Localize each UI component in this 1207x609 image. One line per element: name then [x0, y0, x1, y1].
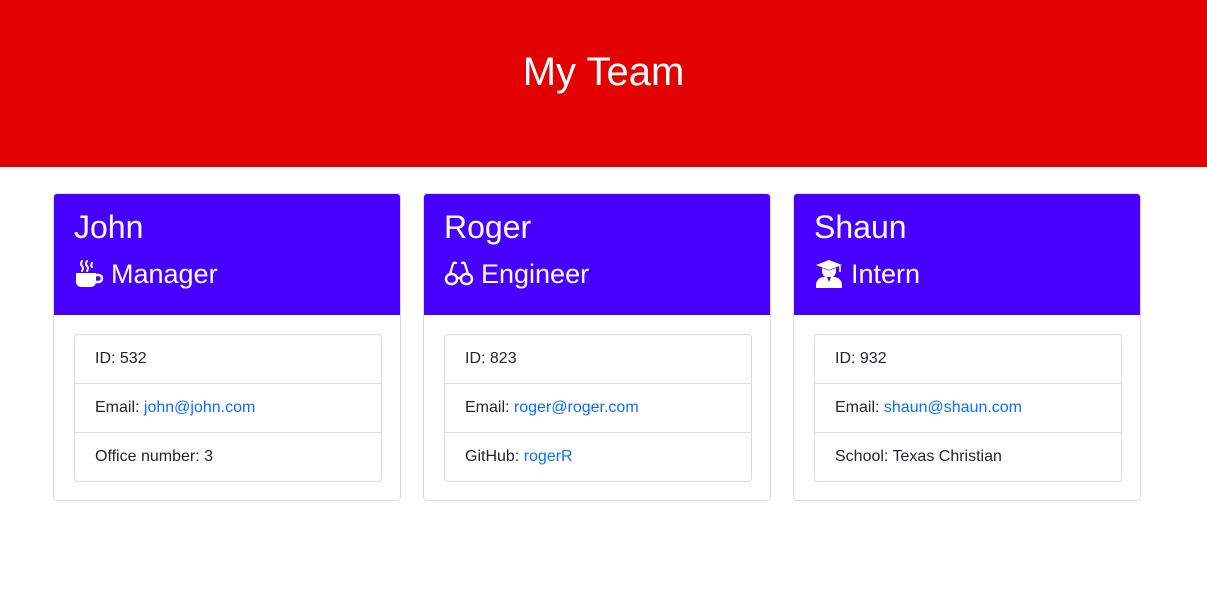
- list-item-email: Email: shaun@shaun.com: [815, 384, 1121, 433]
- email-link[interactable]: john@john.com: [144, 399, 255, 416]
- employee-card-intern: Shaun Intern ID: 932 Email: shaun@shaun.…: [793, 193, 1141, 501]
- email-label: Email:: [835, 399, 884, 416]
- email-label: Email:: [465, 399, 514, 416]
- user-graduate-icon: [814, 259, 844, 289]
- employee-details: ID: 932 Email: shaun@shaun.com School: T…: [814, 334, 1122, 482]
- employee-details: ID: 823 Email: roger@roger.com GitHub: r…: [444, 334, 752, 482]
- email-link[interactable]: shaun@shaun.com: [884, 399, 1022, 416]
- school-value: Texas Christian: [892, 448, 1002, 465]
- id-label: ID:: [835, 350, 860, 367]
- employee-card-engineer: Roger Engineer ID: 823 Email: roger@roge…: [423, 193, 771, 501]
- employee-role: Manager: [74, 256, 218, 292]
- email-link[interactable]: roger@roger.com: [514, 399, 639, 416]
- github-label: GitHub:: [465, 448, 524, 465]
- page-title: My Team: [522, 50, 685, 94]
- list-item-github: GitHub: rogerR: [445, 433, 751, 481]
- employee-role: Engineer: [444, 256, 589, 292]
- email-label: Email:: [95, 399, 144, 416]
- card-header: Shaun Intern: [794, 194, 1140, 315]
- list-item-email: Email: john@john.com: [75, 384, 381, 433]
- list-item-office-number: Office number: 3: [75, 433, 381, 481]
- glasses-icon: [444, 259, 474, 289]
- page-header: My Team: [0, 0, 1207, 167]
- id-value: 823: [489, 350, 517, 367]
- office-number-label: Office number:: [95, 448, 205, 465]
- employee-card-manager: John Manager ID: 532 Email: john@john.co…: [53, 193, 401, 501]
- list-item-school: School: Texas Christian: [815, 433, 1121, 481]
- role-label: Intern: [851, 258, 921, 289]
- id-value: 932: [859, 350, 887, 367]
- employee-role: Intern: [814, 256, 920, 292]
- id-label: ID:: [465, 350, 490, 367]
- list-item-email: Email: roger@roger.com: [445, 384, 751, 433]
- role-label: Manager: [111, 258, 218, 289]
- id-value: 532: [119, 350, 147, 367]
- github-link[interactable]: rogerR: [524, 448, 573, 465]
- employee-name: Shaun: [814, 209, 907, 245]
- card-header: Roger Engineer: [424, 194, 770, 315]
- office-number-value: 3: [204, 448, 213, 465]
- id-label: ID:: [95, 350, 120, 367]
- mug-hot-icon: [74, 259, 104, 289]
- list-item-id: ID: 823: [445, 335, 751, 384]
- role-label: Engineer: [481, 258, 590, 289]
- school-label: School:: [835, 448, 893, 465]
- employee-name: Roger: [444, 209, 532, 245]
- employee-details: ID: 532 Email: john@john.com Office numb…: [74, 334, 382, 482]
- list-item-id: ID: 932: [815, 335, 1121, 384]
- card-header: John Manager: [54, 194, 400, 315]
- list-item-id: ID: 532: [75, 335, 381, 384]
- employee-name: John: [74, 209, 144, 245]
